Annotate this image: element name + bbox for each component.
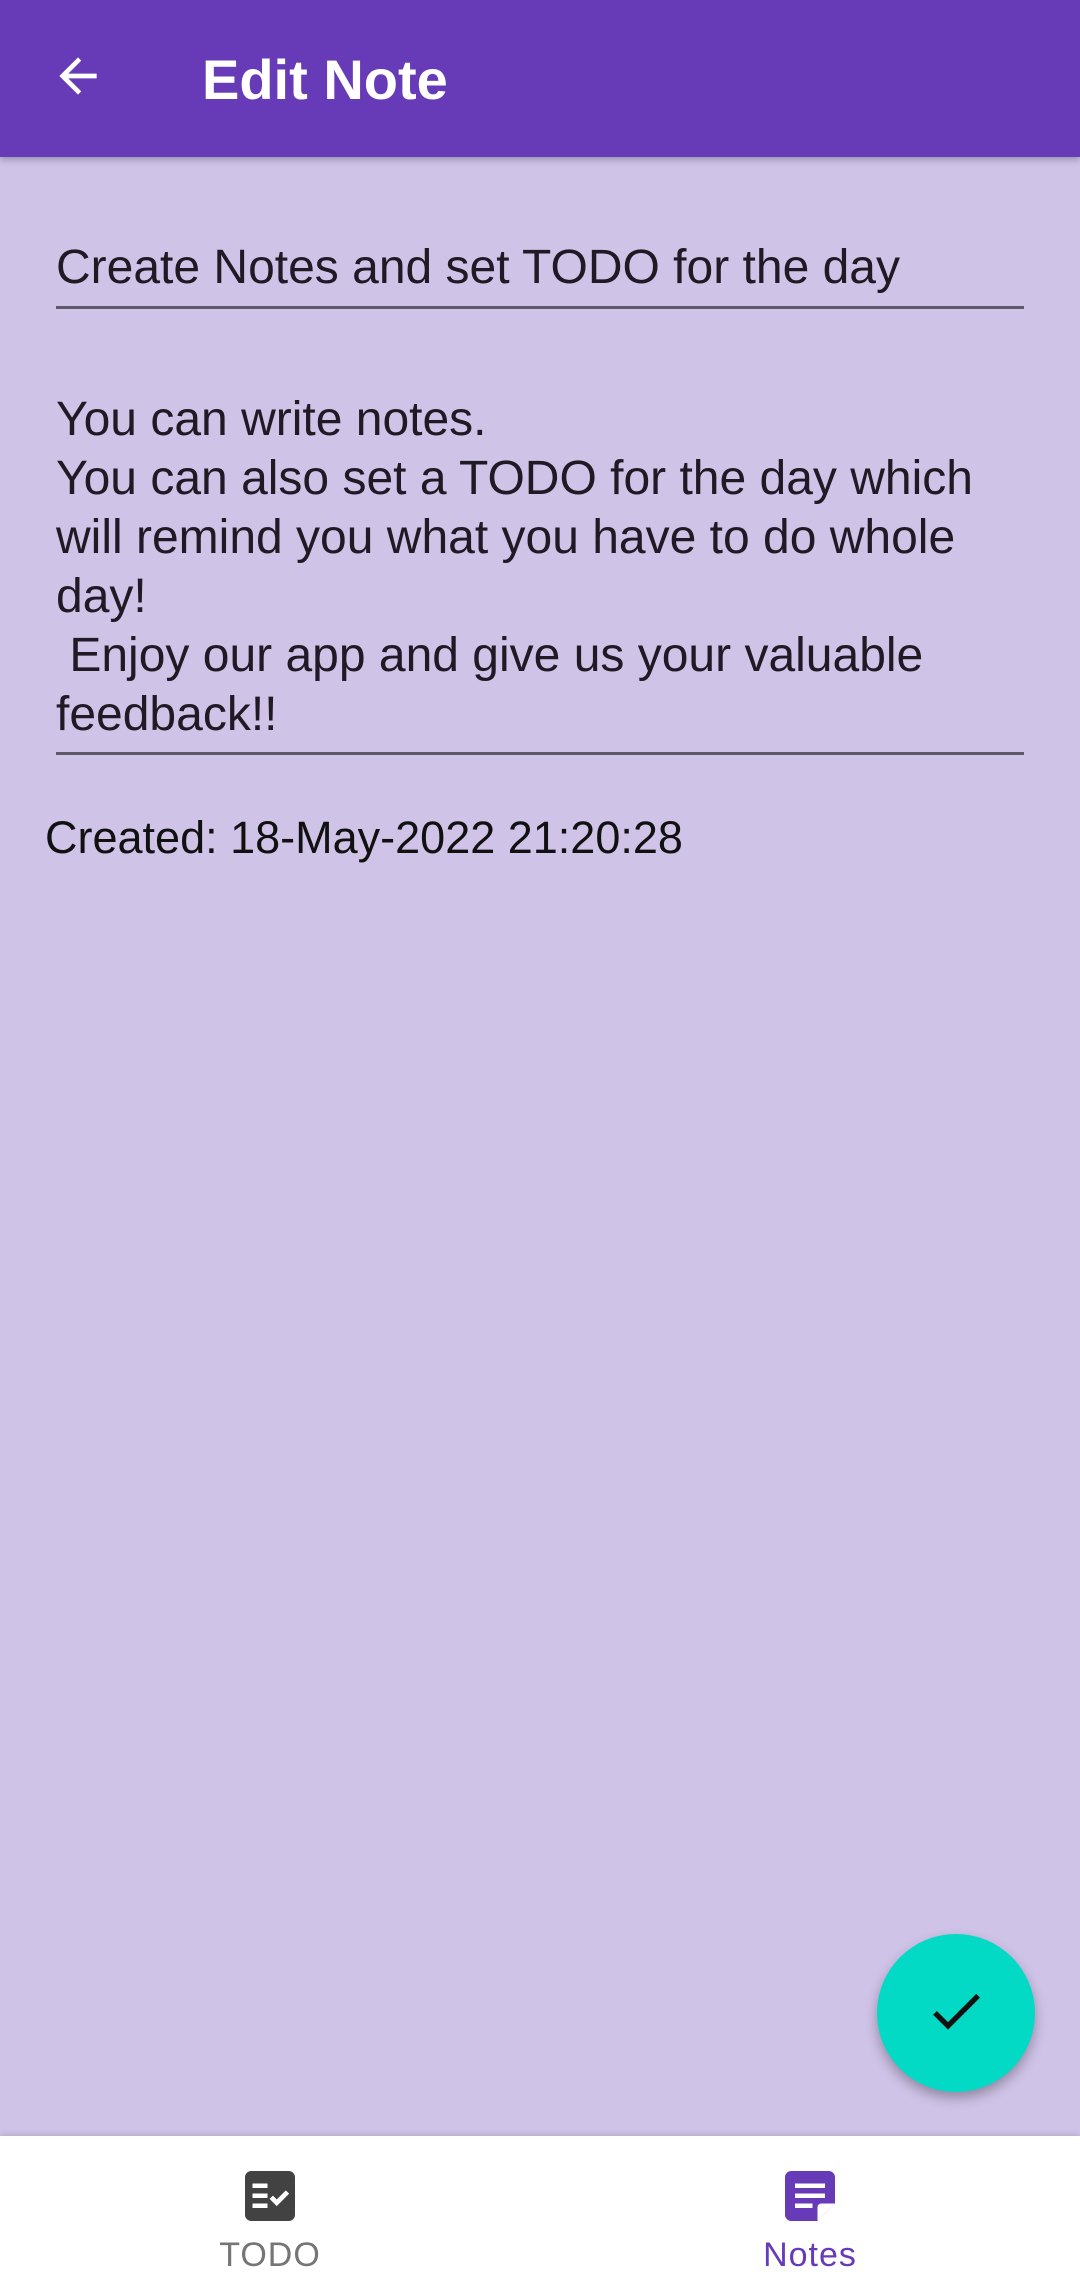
note-body-value[interactable]: You can write notes. You can also set a … [56,390,1024,744]
note-title-value[interactable]: Create Notes and set TODO for the day [56,230,1024,306]
edit-note-screen: Edit Note Create Notes and set TODO for … [0,0,1080,2295]
checklist-icon [240,2166,300,2226]
nav-item-notes[interactable]: Notes [540,2136,1080,2295]
back-button[interactable] [30,30,126,126]
arrow-back-icon [50,48,106,109]
note-body-field[interactable]: You can write notes. You can also set a … [56,390,1024,755]
bottom-navigation: TODO Notes [0,2136,1080,2295]
note-title-field[interactable]: Create Notes and set TODO for the day [56,230,1024,309]
created-timestamp: Created: 18-May-2022 21:20:28 [45,812,683,863]
nav-item-todo[interactable]: TODO [0,2136,540,2295]
check-icon [924,1979,988,2048]
nav-label-todo: TODO [219,2236,321,2274]
save-fab-button[interactable] [877,1934,1035,2092]
note-icon [780,2166,840,2226]
nav-label-notes: Notes [763,2236,857,2274]
app-bar: Edit Note [0,0,1080,157]
page-title: Edit Note [202,48,448,111]
